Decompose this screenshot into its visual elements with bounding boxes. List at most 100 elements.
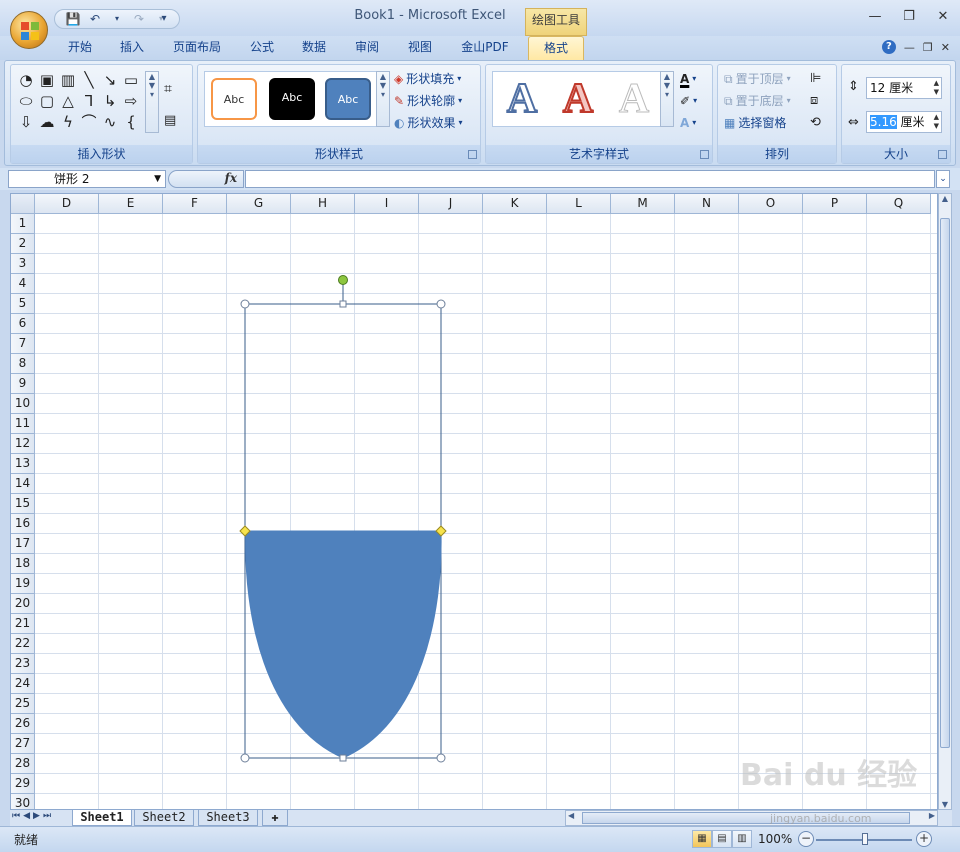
zoom-out-icon[interactable]: − [798,831,814,847]
elbow-arrow-icon[interactable]: ↳ [100,91,120,111]
tab-formulas[interactable]: 公式 [240,36,284,60]
triangle-shape-icon[interactable]: △ [58,91,78,111]
text-effects-button[interactable]: A ▾ [680,113,696,133]
scroll-left-icon[interactable]: ◀ [568,811,574,820]
brace-shape-icon[interactable]: { [121,112,141,132]
arrow-line-icon[interactable]: ↘ [100,70,120,90]
shape-effects-button[interactable]: ◐ 形状效果 ▾ [394,113,463,133]
rounded-rect-icon[interactable]: ▢ [37,91,57,111]
tab-page-layout[interactable]: 页面布局 [162,36,232,60]
shape-styles-scroll[interactable]: ▲ ▼ ▾ [376,71,390,127]
doc-restore-icon[interactable]: ❐ [923,41,933,54]
normal-view-icon[interactable]: ▦ [692,830,712,848]
text-fill-button[interactable]: A ▾ [680,69,696,89]
wordart-white-shadow[interactable]: A [609,74,659,124]
sheet-tab-1[interactable]: Sheet1 [72,810,132,826]
rotation-handle[interactable] [338,275,348,285]
oval-shape-icon[interactable]: ⬭ [16,91,36,111]
page-layout-view-icon[interactable]: ▤ [712,830,732,848]
chevron-down-icon: ▾ [458,118,463,127]
insert-sheet-icon[interactable]: ✚ [262,810,288,826]
help-icon[interactable]: ? [881,40,896,54]
restore-button[interactable]: ❐ [892,6,926,28]
name-box[interactable]: 饼形 2 ▼ [8,170,166,188]
zoom-level[interactable]: 100% [758,832,792,846]
down-arrow-shape-icon[interactable]: ⇩ [16,112,36,132]
scroll-up-icon[interactable]: ▲ [939,194,951,203]
tab-review[interactable]: 审阅 [345,36,389,60]
align-icon[interactable]: ⊫ [810,71,821,86]
worksheet-grid[interactable]: DEFGHIJKLMNOPQ 1 2 3 4 5 6 7 8 9 10 11 12 13 14 15 16 17… [10,193,938,810]
text-outline-button[interactable]: ✐ ▾ [680,91,697,111]
height-spinner-icon[interactable]: ▲ ▼ [934,79,939,97]
expand-formula-bar-icon[interactable]: ⌄ [936,170,950,188]
width-spinner-icon[interactable]: ▲ ▼ [934,113,939,131]
send-to-back-button[interactable]: ⧉ 置于底层 ▾ [724,91,791,111]
cloud-shape-icon[interactable]: ☁ [37,112,57,132]
scroll-down-icon[interactable]: ▼ [939,800,951,809]
vertical-scrollbar[interactable]: ▲ ▼ [938,193,952,810]
tab-kingsoft-pdf[interactable]: 金山PDF [452,36,518,60]
resize-handle-top-right[interactable] [436,299,446,309]
watermark-url: jingyan.baidu.com [770,812,872,825]
style-black-fill[interactable]: Abc [269,78,315,120]
tab-view[interactable]: 视图 [398,36,442,60]
text-box-icon[interactable]: ▤ [164,113,176,128]
doc-minimize-icon[interactable]: — [904,41,915,54]
lightning-shape-icon[interactable]: ϟ [58,112,78,132]
edit-shape-icon[interactable]: ⌗ [164,81,172,97]
pie-shape-icon[interactable]: ◔ [16,70,36,90]
insert-function-icon[interactable]: fx [225,171,237,185]
dialog-launcher-icon[interactable] [938,150,947,159]
shape-fill-button[interactable]: ◈ 形状填充 ▾ [394,69,461,89]
selection-pane-button[interactable]: ▦ 选择窗格 [724,113,786,133]
shape-width-input[interactable]: 5.16 厘米 ▲ ▼ [866,111,942,133]
zoom-slider-knob[interactable] [862,833,868,845]
resize-handle-bottom[interactable] [339,754,347,762]
shapes-gallery-scroll[interactable]: ▲ ▼ ▾ [145,71,159,133]
wordart-blue-outline[interactable]: A [497,74,547,124]
wordart-red-outline[interactable]: A [553,74,603,124]
office-button[interactable] [10,11,48,49]
shape-outline-button[interactable]: ✎ 形状轮廓 ▾ [394,91,462,111]
close-button[interactable]: ✕ [926,6,960,28]
right-arrow-shape-icon[interactable]: ⇨ [121,91,141,111]
resize-handle-top[interactable] [339,300,347,308]
resize-handle-bottom-right[interactable] [436,753,446,763]
tab-insert[interactable]: 插入 [110,36,154,60]
pie-shape[interactable] [245,530,442,759]
page-break-view-icon[interactable]: ▥ [732,830,752,848]
tab-home[interactable]: 开始 [58,36,102,60]
shape-height-input[interactable]: 12 厘米 ▲ ▼ [866,77,942,99]
curve-shape-icon[interactable]: ∿ [100,112,120,132]
wordart-scroll[interactable]: ▲ ▼ ▾ [660,71,674,127]
sheet-tab-3[interactable]: Sheet3 [198,810,258,826]
sheet-nav-icons[interactable]: ⏮◀▶⏭ [12,811,54,821]
sheet-tab-2[interactable]: Sheet2 [134,810,194,826]
resize-handle-bottom-left[interactable] [240,753,250,763]
dialog-launcher-icon[interactable] [700,150,709,159]
chevron-down-icon[interactable]: ▼ [154,171,161,187]
resize-handle-top-left[interactable] [240,299,250,309]
line-shape-icon[interactable]: ╲ [79,70,99,90]
zoom-in-icon[interactable]: + [916,831,932,847]
formula-input[interactable] [245,170,935,188]
arc-shape-icon[interactable]: ⌒ [79,112,99,132]
vertical-scroll-thumb[interactable] [940,218,950,748]
tab-data[interactable]: 数据 [292,36,336,60]
style-blue-fill[interactable]: Abc [325,78,371,120]
vertical-textbox-icon[interactable]: ▥ [58,70,78,90]
elbow-connector-icon[interactable]: ⅂ [79,91,99,111]
doc-close-icon[interactable]: ✕ [941,41,950,54]
minimize-button[interactable]: — [858,6,892,28]
rectangle-shape-icon[interactable]: ▭ [121,70,141,90]
style-orange-outline[interactable]: Abc [211,78,257,120]
textbox-shape-icon[interactable]: ▣ [37,70,57,90]
bring-to-front-button[interactable]: ⧉ 置于顶层 ▾ [724,69,791,89]
tab-format[interactable]: 格式 [528,36,584,60]
group-objects-icon[interactable]: ⧈ [810,93,818,108]
horizontal-scrollbar[interactable]: ◀ ▶ [565,810,938,826]
dialog-launcher-icon[interactable] [468,150,477,159]
rotate-icon[interactable]: ⟲ [810,115,821,130]
scroll-right-icon[interactable]: ▶ [929,811,935,820]
